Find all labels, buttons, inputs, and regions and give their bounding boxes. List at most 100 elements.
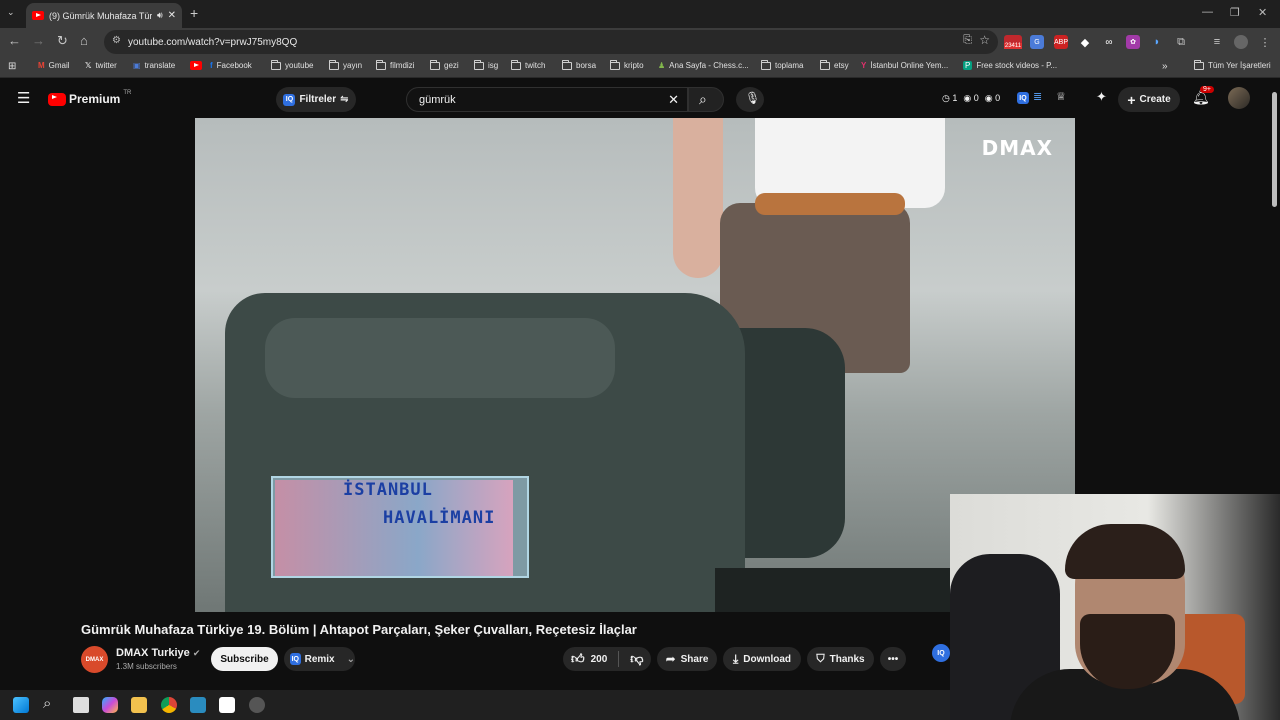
site-info-icon[interactable]: ⚙ <box>112 35 121 46</box>
bookmark-youtube-icon[interactable] <box>190 61 202 70</box>
channel-avatar[interactable]: DMAX <box>81 646 108 673</box>
diamond-ext-icon[interactable]: ◆ <box>1078 35 1092 49</box>
bookmark-toplama[interactable]: toplama <box>761 59 803 70</box>
maximize-icon[interactable]: ❐ <box>1230 6 1240 19</box>
account-avatar[interactable] <box>1228 87 1250 109</box>
close-window-icon[interactable]: ✕ <box>1258 6 1267 19</box>
pexels-icon: P <box>963 61 973 70</box>
list-icon[interactable]: ≣ <box>1033 90 1042 103</box>
bookmark-gmail[interactable]: M Gmail <box>38 61 70 70</box>
wave-ext-icon[interactable]: ◗ <box>1150 35 1164 49</box>
minimize-icon[interactable]: — <box>1202 6 1213 18</box>
video-scene <box>673 118 723 278</box>
reload-icon[interactable]: ↻ <box>57 33 68 49</box>
video-player[interactable]: DMAX İSTANBUL HAVALİMANI <box>195 118 1075 612</box>
bookmark-istanbul[interactable]: Y İstanbul Online Yem... <box>861 61 948 70</box>
speaker-icon[interactable]: 🔊︎ <box>157 10 163 21</box>
bookmark-chess[interactable]: ♟ Ana Sayfa - Chess.c... <box>658 61 749 70</box>
adblock-ext-icon[interactable]: ABP <box>1054 35 1068 49</box>
remix-button[interactable]: IQ Remix ⌄ <box>284 647 355 671</box>
close-tab-icon[interactable]: ✕ <box>168 10 176 21</box>
reading-list-icon[interactable]: ≡ <box>1210 35 1224 49</box>
voice-search-button[interactable]: 🎙︎ <box>736 87 764 112</box>
iq-icon[interactable]: IQ <box>1017 92 1029 104</box>
browser-tab[interactable]: (9) Gümrük Muhafaza Türk 🔊︎ ✕ <box>26 3 182 28</box>
page-scrollbar[interactable] <box>1272 92 1277 207</box>
bookmark-label: Gmail <box>48 61 70 70</box>
back-icon[interactable]: ← <box>8 33 21 48</box>
channel-name[interactable]: DMAX Turkiye ✔ <box>116 647 200 659</box>
install-icon[interactable]: ⎘ <box>963 34 972 47</box>
chrome-icon[interactable] <box>161 697 177 713</box>
profile-avatar[interactable] <box>1234 35 1248 49</box>
search-input[interactable]: gümrük ✕ <box>406 87 688 112</box>
bookmark-kripto[interactable]: kripto <box>610 59 644 70</box>
video-scene <box>265 318 615 398</box>
hamburger-menu-icon[interactable]: ☰ <box>17 89 30 107</box>
new-tab-button[interactable]: + <box>190 5 198 21</box>
tab-search-icon[interactable]: ⌄ <box>7 7 15 18</box>
more-bookmarks-icon[interactable]: » <box>1162 61 1168 72</box>
purple-ext-icon[interactable]: ✿ <box>1126 35 1140 49</box>
glasses-ext-icon[interactable]: ∞ <box>1102 35 1116 49</box>
remix-label: Remix <box>304 653 335 665</box>
share-button[interactable]: ➦ Share <box>657 647 717 671</box>
address-bar[interactable]: ⚙ youtube.com/watch?v=prwJ75my8QQ ⎘ ☆ <box>104 30 998 54</box>
bookmark-facebook[interactable]: f Facebook <box>210 61 252 70</box>
extensions-puzzle-icon[interactable]: ⧉ <box>1174 35 1188 49</box>
clear-search-icon[interactable]: ✕ <box>668 92 679 108</box>
obs-icon[interactable] <box>249 697 265 713</box>
more-actions-button[interactable]: ••• <box>880 647 906 671</box>
create-sparkle-icon[interactable]: ✦ <box>1096 89 1107 105</box>
like-button[interactable]: 👍︎ 200 <box>571 651 607 667</box>
bookmark-twitter[interactable]: 𝕏twitter <box>85 61 117 70</box>
bookmark-translate[interactable]: ▣ translate <box>133 61 175 70</box>
copilot-icon[interactable] <box>102 697 118 713</box>
bookmark-yayin[interactable]: yayın <box>329 59 362 70</box>
thanks-button[interactable]: ⛉ Thanks <box>807 647 874 671</box>
file-explorer-icon[interactable] <box>131 697 147 713</box>
all-bookmarks[interactable]: Tüm Yer İşaretleri <box>1194 59 1271 70</box>
like-dislike-group: 👍︎ 200 👎︎ <box>563 647 651 671</box>
youtube-icon <box>190 61 202 70</box>
bookmark-isg[interactable]: isg <box>474 59 498 70</box>
bookmark-star-icon[interactable]: ☆ <box>979 33 990 47</box>
bookmark-etsy[interactable]: etsy <box>820 59 849 70</box>
search-icon[interactable]: ⌕ <box>43 695 51 712</box>
folder-icon <box>271 59 281 70</box>
folder-icon <box>511 59 521 70</box>
youtube-premium-logo[interactable]: Premium TR <box>48 90 131 106</box>
tradingview-icon[interactable] <box>219 697 235 713</box>
logo-text: Premium <box>69 92 121 106</box>
iq-icon: IQ <box>283 93 296 106</box>
notifications-bell-icon[interactable]: 🔔︎ 9+ <box>1192 86 1214 106</box>
download-button[interactable]: ⤓ Download <box>723 647 801 671</box>
home-icon[interactable]: ⌂ <box>80 33 88 48</box>
bookmark-pexels[interactable]: P Free stock videos - P... <box>963 61 1057 70</box>
search-button[interactable]: ⌕ <box>688 87 724 112</box>
subscribe-button[interactable]: Subscribe <box>211 647 278 671</box>
windows-start-icon[interactable] <box>13 697 29 713</box>
trophy-icon[interactable]: ♕ <box>1056 90 1066 103</box>
iq-side-icon[interactable]: IQ <box>932 644 950 662</box>
photos-icon[interactable] <box>190 697 206 713</box>
bookmark-filmdizi[interactable]: filmdizi <box>376 59 414 70</box>
thanks-label: Thanks <box>829 653 865 665</box>
verified-check-icon: ✔ <box>192 648 201 658</box>
dislike-button[interactable]: 👎︎ <box>630 651 643 667</box>
forward-icon[interactable]: → <box>32 33 45 48</box>
apps-grid-icon[interactable]: ⊞ <box>8 61 16 72</box>
bookmark-borsa[interactable]: borsa <box>562 59 596 70</box>
task-view-icon[interactable] <box>73 697 89 713</box>
browser-menu-icon[interactable]: ⋮ <box>1258 35 1272 49</box>
translate-ext-icon[interactable]: G <box>1030 35 1044 49</box>
extension-badge-icon[interactable]: 23411 <box>1003 35 1023 49</box>
bookmark-gezi[interactable]: gezi <box>430 59 459 70</box>
filters-button[interactable]: IQ Filtreler ⇋ <box>276 87 356 112</box>
create-button[interactable]: + Create <box>1118 87 1180 112</box>
bookmark-twitch[interactable]: twitch <box>511 59 545 70</box>
clock-counter: ◷ 1 <box>942 93 958 103</box>
bookmark-label: İstanbul Online Yem... <box>870 61 949 70</box>
create-label: Create <box>1139 94 1171 105</box>
bookmark-youtube[interactable]: youtube <box>271 59 313 70</box>
